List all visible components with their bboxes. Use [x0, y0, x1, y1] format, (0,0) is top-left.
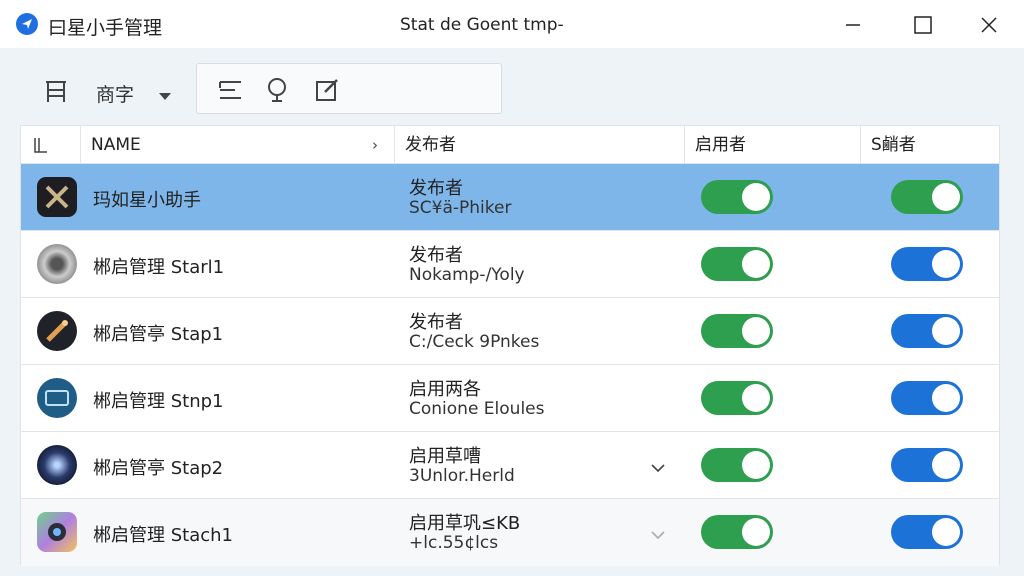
publisher-line1: 启用草巩≤KB [409, 513, 521, 534]
sort-chevron-icon[interactable]: › [372, 126, 378, 164]
enabled-toggle[interactable] [701, 247, 773, 281]
window-title: Stat de Goent tmp- [400, 15, 564, 35]
dropdown-label: 商字 [96, 84, 135, 106]
table-row[interactable]: 郴启管亭 Stap2 启用草嘈 3Unlor.Herld [21, 432, 999, 499]
list-icon[interactable] [217, 78, 245, 106]
expand-chevron-icon[interactable] [651, 525, 665, 544]
publisher-line2: Conione Eloules [409, 399, 545, 419]
enabled-toggle[interactable] [701, 515, 773, 549]
publisher-line2: Nokamp-/Yoly [409, 265, 525, 285]
status-toggle[interactable] [891, 381, 963, 415]
select-all-icon[interactable] [21, 126, 81, 164]
enabled-toggle[interactable] [701, 314, 773, 348]
table-row[interactable]: 郴启管理 Stnp1 启用两各 Conione Eloules [21, 365, 999, 432]
publisher-line1: 启用草嘈 [409, 446, 481, 467]
publisher-line1: 发布者 [409, 178, 463, 199]
header-name-label: NAME [91, 135, 141, 155]
status-toggle[interactable] [891, 448, 963, 482]
enabled-toggle[interactable] [701, 180, 773, 214]
publisher-line1: 发布者 [409, 245, 463, 266]
app-name: 郴启管亭 Stap1 [93, 324, 224, 345]
app-name: 郴启管理 Stnp1 [93, 391, 224, 412]
table-view-icon[interactable] [42, 78, 70, 110]
enabled-toggle[interactable] [701, 381, 773, 415]
header-publisher[interactable]: 发布者 [395, 126, 685, 164]
status-toggle[interactable] [891, 515, 963, 549]
pin-icon[interactable] [263, 77, 291, 107]
table-row[interactable]: 郴启管亭 Stap1 发布者 C:/Ceck 9Pnkes [21, 298, 999, 365]
apps-table: NAME › 发布者 启用者 S䴛者 玛如星小助手 发布者 SC¥ä-Phike… [20, 125, 1000, 566]
status-toggle[interactable] [891, 180, 963, 214]
toolbar-actions [196, 63, 502, 114]
status-toggle[interactable] [891, 314, 963, 348]
close-icon[interactable] [974, 10, 1004, 40]
header-enabled[interactable]: 启用者 [685, 126, 861, 164]
title-bar: 曰星小手管理 Stat de Goent tmp- [0, 0, 1024, 48]
publisher-line2: SC¥ä-Phiker [409, 198, 512, 218]
status-toggle[interactable] [891, 247, 963, 281]
app-icon-camera [37, 512, 77, 552]
table-row[interactable]: 郴启管理 Starl1 发布者 Nokamp-/Yoly [21, 231, 999, 298]
expand-chevron-icon[interactable] [651, 458, 665, 477]
app-name: 郴启管理 Stach1 [93, 525, 233, 546]
app-icon-disc [37, 244, 77, 284]
publisher-line2: +lc.55¢lcs [409, 533, 499, 553]
app-icon-rocket [37, 311, 77, 351]
edit-icon[interactable] [315, 78, 341, 106]
publisher-line1: 启用两各 [409, 379, 481, 400]
table-row[interactable]: 郴启管理 Stach1 启用草巩≤KB +lc.55¢lcs [21, 499, 999, 566]
header-status[interactable]: S䴛者 [861, 126, 999, 164]
app-icon-galaxy [37, 445, 77, 485]
enabled-toggle[interactable] [701, 448, 773, 482]
minimize-icon[interactable] [838, 10, 868, 40]
header-name[interactable]: NAME › [81, 126, 395, 164]
app-name: 玛如星小助手 [93, 190, 201, 211]
maximize-icon[interactable] [908, 10, 938, 40]
app-title: 曰星小手管理 [48, 17, 163, 39]
app-name: 郴启管理 Starl1 [93, 257, 225, 278]
view-dropdown[interactable]: 商字 [38, 74, 188, 110]
app-icon-crossed-swords [37, 177, 77, 217]
app-name: 郴启管亭 Stap2 [93, 458, 224, 479]
publisher-line2: C:/Ceck 9Pnkes [409, 332, 540, 352]
publisher-line2: 3Unlor.Herld [409, 466, 515, 486]
publisher-line1: 发布者 [409, 312, 463, 333]
app-icon-monitor [37, 378, 77, 418]
table-header: NAME › 发布者 启用者 S䴛者 [21, 126, 999, 164]
app-logo-icon [16, 13, 38, 35]
dropdown-caret-icon[interactable] [158, 86, 172, 105]
table-row[interactable]: 玛如星小助手 发布者 SC¥ä-Phiker [21, 164, 999, 231]
